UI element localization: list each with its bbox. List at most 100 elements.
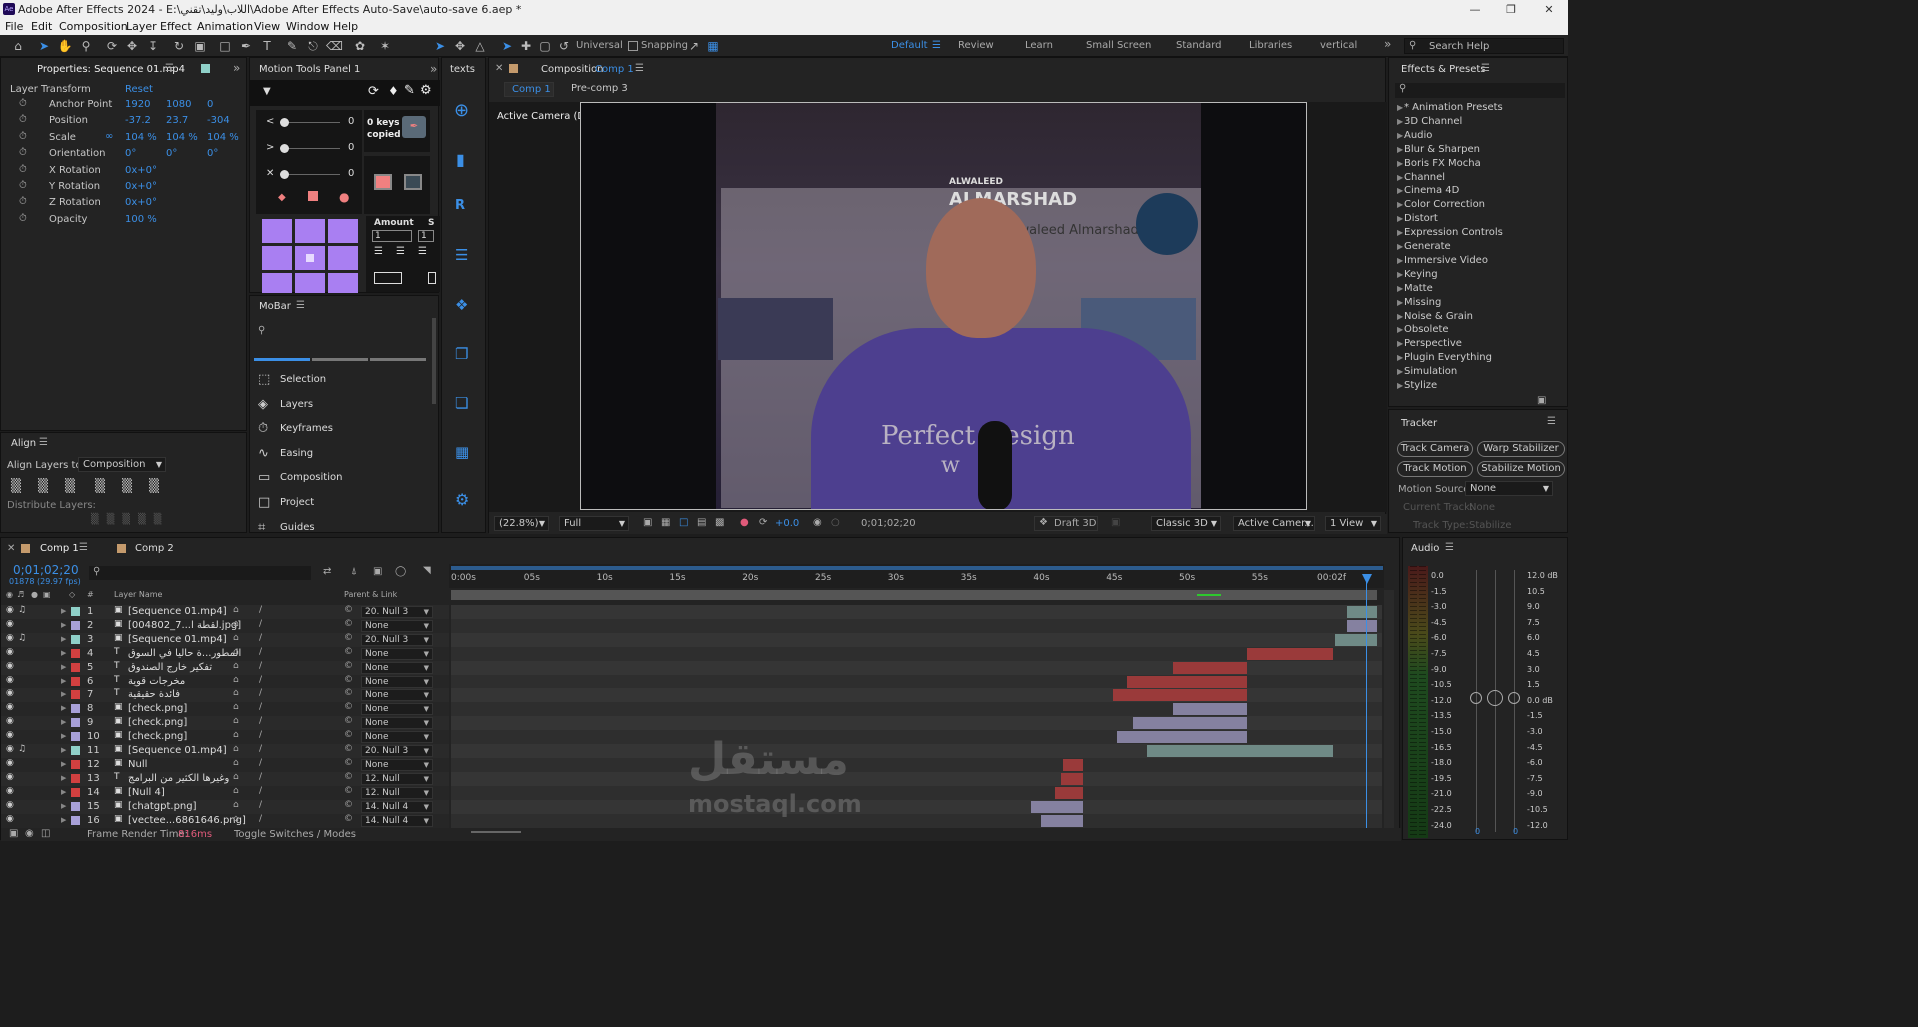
render-toggle-icon[interactable]: ▣ xyxy=(9,828,18,839)
select-3d-icon[interactable]: ➤ xyxy=(499,38,515,54)
audio-icon[interactable]: ♫ xyxy=(18,744,26,754)
stopwatch-icon[interactable]: ⏱ xyxy=(19,98,27,109)
parent-pickwhip-icon[interactable]: © xyxy=(344,758,353,768)
effects-search-field[interactable]: ⚲ xyxy=(1395,83,1565,98)
chevron-right-icon[interactable]: ▶ xyxy=(61,746,66,754)
menu-layer[interactable]: Layer xyxy=(126,20,157,33)
menu-view[interactable]: View xyxy=(254,20,280,33)
timeline-tab-comp2[interactable]: Comp 2 xyxy=(135,543,174,554)
minimize-icon[interactable]: — xyxy=(1460,1,1490,18)
chevron-right-icon[interactable]: ▶ xyxy=(61,788,66,796)
layer-name[interactable]: [check.png] xyxy=(128,717,187,728)
parent-pickwhip-icon[interactable]: © xyxy=(344,661,353,671)
eye-icon[interactable]: ◉ xyxy=(6,633,14,643)
grid-icon[interactable]: ▦ xyxy=(455,443,469,461)
effect-category[interactable]: ▶ Simulation xyxy=(1395,365,1555,378)
quality-icon[interactable]: / xyxy=(259,633,262,643)
parent-select[interactable]: None ▼ xyxy=(361,731,433,744)
layer-label-color[interactable] xyxy=(71,676,80,686)
pencil-icon[interactable]: ✎ xyxy=(404,83,415,98)
shy-icon[interactable]: ⌂ xyxy=(233,814,239,824)
eye-icon[interactable]: ◉ xyxy=(6,688,14,698)
eye-icon[interactable]: ◉ xyxy=(6,605,14,615)
effect-category[interactable]: ▶ Perspective xyxy=(1395,337,1555,350)
quality-icon[interactable]: / xyxy=(259,814,262,824)
parent-pickwhip-icon[interactable]: © xyxy=(344,647,353,657)
layer-duration-bar[interactable] xyxy=(1347,619,1377,632)
layer-name[interactable]: [Sequence 01.mp4] xyxy=(128,634,227,645)
box-right-icon[interactable] xyxy=(428,272,436,284)
expand-icon[interactable]: » xyxy=(233,61,240,75)
camera-select[interactable]: Active Camer... ▼ xyxy=(1233,516,1315,531)
stopwatch-icon[interactable]: ⏱ xyxy=(19,213,27,224)
fill-swatch-icon[interactable] xyxy=(374,174,392,190)
color-channels-icon[interactable]: ● xyxy=(740,517,749,528)
quality-icon[interactable]: / xyxy=(259,688,262,698)
chevron-right-icon[interactable]: ▶ xyxy=(61,802,66,810)
prop-value[interactable]: 0x+0° xyxy=(125,165,157,176)
parent-select[interactable]: None ▼ xyxy=(361,717,433,730)
shy-icon[interactable]: ⌂ xyxy=(233,675,239,685)
menu-window[interactable]: Window xyxy=(286,20,329,33)
rectangle-tool-icon[interactable]: □ xyxy=(217,38,233,54)
copy-icon[interactable]: ❐ xyxy=(455,345,468,363)
layer-duration-bar[interactable] xyxy=(1247,647,1333,660)
mobar-item-easing[interactable]: ∿ Easing xyxy=(250,445,430,465)
stopwatch-icon[interactable]: ⏱ xyxy=(19,180,27,191)
align-tab[interactable]: Align xyxy=(11,438,36,449)
shy-icon[interactable]: ⌂ xyxy=(233,633,239,643)
mobar-item-project[interactable]: □ Project xyxy=(250,494,430,514)
layer-duration-bar[interactable] xyxy=(1147,745,1333,757)
settings-gear-icon[interactable]: ⚙ xyxy=(420,83,432,98)
timeline-layer-row[interactable]: ◉ ▶ 5 T تفكير خارج الصندوق ⌂ / © None ▼ xyxy=(1,660,449,675)
circle-keyframe-icon[interactable]: ● xyxy=(339,190,349,204)
mobar-tab[interactable]: MoBar xyxy=(259,301,291,312)
region-icon[interactable]: ▣ xyxy=(643,517,652,528)
right-channel-value[interactable]: 0 xyxy=(1513,827,1518,836)
eye-icon[interactable]: ◉ xyxy=(6,744,14,754)
snap-icon[interactable]: ↗ xyxy=(686,38,702,54)
diamond-keyframe-icon[interactable]: ◆ xyxy=(278,192,286,203)
align-bottom-icon[interactable]: ▒ xyxy=(149,479,159,494)
mobar-tab-2[interactable] xyxy=(312,358,368,361)
snapping-checkbox[interactable] xyxy=(628,41,638,51)
panel-menu-icon[interactable]: ☰ xyxy=(165,63,174,74)
snapshot-icon[interactable]: ◉ xyxy=(813,517,822,528)
draft-3d-toggle[interactable]: ❖ Draft 3D xyxy=(1034,516,1098,531)
resolution-select[interactable]: Full ▼ xyxy=(559,516,629,531)
viewer[interactable]: Active Camera (Default) ALWALEED ALMARSH… xyxy=(489,102,1387,512)
amount-input-1[interactable]: 1 xyxy=(372,230,412,242)
scrollbar[interactable] xyxy=(432,318,436,404)
reset-link[interactable]: Reset xyxy=(125,84,153,95)
effect-category[interactable]: ▶ * Animation Presets xyxy=(1395,101,1555,114)
parent-select[interactable]: 20. Null 3 ▼ xyxy=(361,606,433,618)
shy-icon[interactable]: ⌂ xyxy=(233,744,239,754)
anchor-bottom-left[interactable] xyxy=(262,273,292,293)
layer-label-color[interactable] xyxy=(71,704,80,714)
chevron-right-icon[interactable]: ▶ xyxy=(61,649,66,657)
shy-icon[interactable]: ⌂ xyxy=(233,619,239,629)
rotate-tool-icon[interactable]: ↻ xyxy=(171,38,187,54)
time-ruler[interactable]: 0:00s 05s 10s 15s 20s 25s 30s 35s 40s 45s 50s 55s 00… xyxy=(449,564,1384,588)
selection-tool-icon[interactable]: ➤ xyxy=(36,38,52,54)
panel-menu-icon[interactable]: ☰ xyxy=(296,300,305,311)
pen-tool-icon[interactable]: ✒ xyxy=(238,38,254,54)
effect-category[interactable]: ▶ Blur & Sharpen xyxy=(1395,143,1555,156)
bell-icon[interactable]: ♦ xyxy=(388,84,399,98)
parent-pickwhip-icon[interactable]: © xyxy=(344,772,353,782)
prop-value[interactable]: 0x+0° xyxy=(125,197,157,208)
menu-file[interactable]: File xyxy=(5,20,23,33)
prop-value[interactable]: 0 xyxy=(207,99,213,110)
distribute-icons[interactable]: ▒▒▒▒▒ xyxy=(91,514,169,525)
layer-name[interactable]: مخرجات قوية xyxy=(128,676,185,687)
refresh-icon[interactable]: ⟳ xyxy=(368,84,379,99)
shy-icon[interactable]: ⌂ xyxy=(233,758,239,768)
anchor-right[interactable] xyxy=(328,246,358,270)
chevron-right-icon[interactable]: ▶ xyxy=(61,677,66,685)
mobar-item-keyframes[interactable]: ⏱ Keyframes xyxy=(250,420,430,440)
timeline-layer-row[interactable]: ◉ ▶ 16 ▣ [vectee...6861646.png] ⌂ / © 14. Null 4… xyxy=(1,813,449,828)
clone-stamp-icon[interactable]: ⎋ xyxy=(305,38,321,54)
align-vcenter-icon[interactable]: ▒ xyxy=(122,479,132,494)
effect-category[interactable]: ▶ Missing xyxy=(1395,296,1555,309)
parent-link-header[interactable]: Parent & Link xyxy=(344,590,397,599)
